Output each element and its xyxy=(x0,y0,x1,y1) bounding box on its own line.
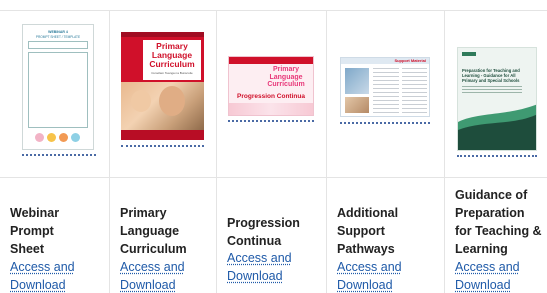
resource-card-progression-continua: Primary Language Curriculum Progression … xyxy=(216,10,326,293)
face-icon xyxy=(35,133,44,142)
thumb-text-column xyxy=(373,68,399,113)
card-title: Additional Support Pathways xyxy=(337,206,399,256)
cover-subtitle: Curaclam Teanga na Bunscoile xyxy=(151,71,193,75)
thumb-link-underline xyxy=(457,155,537,157)
cover-top-band xyxy=(229,57,313,64)
card-info: Primary Language Curriculum Access and D… xyxy=(110,178,216,293)
resource-card-webinar-prompt-sheet: WEBINAR 4 PROMPT SHEET / TEMPLATE Webina… xyxy=(0,10,109,293)
face-icon xyxy=(59,133,68,142)
cover-bottom-band xyxy=(121,130,204,140)
face-icon xyxy=(71,133,80,142)
card-title: Primary Language Curriculum xyxy=(120,206,187,256)
cover-photo-child xyxy=(131,90,151,112)
cover-subtitle-lines xyxy=(462,86,522,94)
support-pathways-thumbnail[interactable]: Support Material xyxy=(340,57,430,117)
access-download-link[interactable]: Access and Download xyxy=(337,258,440,293)
thumb-photo xyxy=(345,68,369,94)
cover-subtitle: Progression Continua xyxy=(237,93,305,100)
cover-title: Preparation for Teaching and Learning - … xyxy=(462,68,520,83)
face-icon xyxy=(47,133,56,142)
thumb-link-underline xyxy=(22,154,96,156)
access-download-link[interactable]: Access and Download xyxy=(120,258,212,293)
resource-card-guidance-preparation: Preparation for Teaching and Learning - … xyxy=(444,10,547,293)
thumb-subheading: PROMPT SHEET / TEMPLATE xyxy=(35,35,81,39)
card-title: Guidance of Preparation for Teaching & L… xyxy=(455,188,542,256)
card-info: Progression Continua Access and Download xyxy=(217,178,326,293)
card-title: Progression Continua xyxy=(227,216,300,248)
resource-card-primary-language-curriculum: Primary Language Curriculum Curaclam Tea… xyxy=(109,10,216,293)
cover-top-band xyxy=(121,32,204,37)
progression-continua-cover[interactable]: Primary Language Curriculum Progression … xyxy=(228,56,314,116)
cover-title: Primary Language Curriculum xyxy=(149,41,195,69)
access-download-link[interactable]: Access and Download xyxy=(10,258,105,293)
thumb-heading: WEBINAR 4 xyxy=(48,30,68,34)
resource-grid: WEBINAR 4 PROMPT SHEET / TEMPLATE Webina… xyxy=(0,0,547,293)
card-thumbnail-area: Support Material xyxy=(327,11,444,178)
webinar-prompt-sheet-thumbnail[interactable]: WEBINAR 4 PROMPT SHEET / TEMPLATE xyxy=(22,24,94,150)
thumb-content-box xyxy=(28,52,88,128)
thumb-text-column xyxy=(402,68,427,113)
card-thumbnail-area: Preparation for Teaching and Learning - … xyxy=(445,11,547,178)
card-thumbnail-area: Primary Language Curriculum Progression … xyxy=(217,11,326,178)
thumb-link-underline xyxy=(340,122,430,124)
cover-green-wave xyxy=(458,104,536,150)
primary-language-curriculum-cover[interactable]: Primary Language Curriculum Curaclam Tea… xyxy=(121,32,204,140)
logo-mark xyxy=(462,52,476,56)
access-download-link[interactable]: Access and Download xyxy=(455,258,543,293)
card-info: Additional Support Pathways Access and D… xyxy=(327,178,444,293)
guidance-preparation-cover[interactable]: Preparation for Teaching and Learning - … xyxy=(457,47,537,151)
card-thumbnail-area: Primary Language Curriculum Curaclam Tea… xyxy=(110,11,216,178)
cover-title: Primary Language Curriculum xyxy=(267,66,305,88)
access-download-link[interactable]: Access and Download xyxy=(227,249,322,285)
cover-bottom-band xyxy=(229,103,313,115)
card-info: Webinar Prompt Sheet Access and Download xyxy=(0,178,109,293)
thumb-header-box xyxy=(28,41,88,49)
thumb-photo xyxy=(345,97,369,113)
card-info: Guidance of Preparation for Teaching & L… xyxy=(445,178,547,293)
card-thumbnail-area: WEBINAR 4 PROMPT SHEET / TEMPLATE xyxy=(0,11,109,178)
card-title: Webinar Prompt Sheet xyxy=(10,206,60,256)
thumb-link-underline xyxy=(121,145,204,147)
thumb-header-text: Support Material xyxy=(394,58,426,63)
cover-photo-teacher xyxy=(159,86,185,116)
resource-card-additional-support-pathways: Support Material Additional Support Path… xyxy=(326,10,444,293)
thumb-link-underline xyxy=(228,120,314,122)
